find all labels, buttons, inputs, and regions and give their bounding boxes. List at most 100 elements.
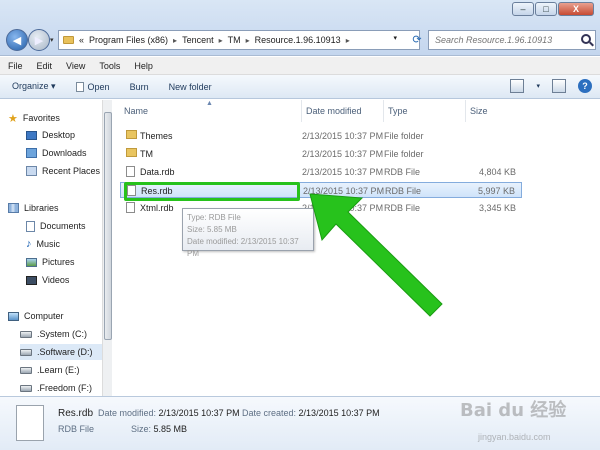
minimize-button[interactable]: – — [512, 2, 534, 16]
sidebar-item-documents[interactable]: Documents — [26, 218, 86, 234]
sidebar-label: Documents — [40, 221, 86, 231]
organize-button[interactable]: Organize ▾ — [12, 81, 56, 92]
file-name: Data.rdb — [140, 167, 175, 177]
tooltip-size: Size: 5.85 MB — [187, 225, 237, 234]
breadcrumb-item[interactable]: Program Files (x86) — [89, 35, 168, 45]
help-icon[interactable]: ? — [578, 79, 592, 93]
breadcrumb-item[interactable]: TM — [228, 35, 241, 45]
column-header-label: Name — [124, 106, 149, 116]
column-header-date[interactable]: Date modified — [302, 100, 384, 122]
search-box[interactable] — [428, 30, 596, 50]
breadcrumb-separator-icon[interactable]: ▸ — [246, 36, 250, 45]
sidebar-label: Desktop — [42, 130, 76, 140]
organize-label: Organize ▾ — [12, 81, 56, 91]
file-icon — [126, 166, 135, 177]
details-size-value: 5.85 MB — [153, 424, 188, 434]
sidebar-scrollbar[interactable] — [102, 100, 112, 396]
recent-pages-dropdown[interactable]: ▾ — [50, 36, 54, 44]
menu-bar: File Edit View Tools Help — [0, 57, 600, 75]
sidebar-item-downloads[interactable]: Downloads — [26, 145, 87, 161]
sidebar-item-libraries[interactable]: Libraries — [8, 200, 59, 216]
file-size: 3,345 KB — [478, 203, 516, 213]
sidebar-item-music[interactable]: ♪ Music — [26, 236, 60, 252]
file-name: Res.rdb — [141, 186, 173, 196]
breadcrumb-item[interactable]: Tencent — [182, 35, 214, 45]
menu-file[interactable]: File — [8, 61, 23, 71]
sidebar-item-drive-d[interactable]: .Software (D:) — [20, 344, 102, 360]
new-folder-button[interactable]: New folder — [169, 82, 212, 92]
search-icon[interactable] — [581, 34, 591, 44]
open-button[interactable]: Open — [75, 81, 110, 92]
details-modified-value: 2/13/2015 10:37 PM — [158, 408, 240, 418]
menu-edit[interactable]: Edit — [37, 61, 53, 71]
breadcrumb-separator-icon[interactable]: ▸ — [173, 36, 177, 45]
address-dropdown-icon[interactable]: ▾ — [393, 34, 397, 42]
window-controls: – □ X — [512, 2, 594, 16]
details-file-name: Res.rdb — [58, 408, 94, 419]
maximize-button[interactable]: □ — [535, 2, 557, 16]
sidebar-label: Computer — [24, 311, 64, 321]
details-modified-label: Date modified: — [98, 408, 157, 418]
sidebar-item-pictures[interactable]: Pictures — [26, 254, 75, 270]
sidebar-label: Libraries — [24, 203, 59, 213]
sidebar-item-videos[interactable]: Videos — [26, 272, 69, 288]
sidebar-scroll-thumb[interactable] — [104, 112, 112, 340]
menu-help[interactable]: Help — [134, 61, 153, 71]
tooltip-date: Date modified: 2/13/2015 10:37 PM — [187, 237, 299, 258]
breadcrumb-overflow[interactable]: « — [79, 35, 84, 45]
details-file-type: RDB File — [58, 424, 95, 434]
column-header-label: Type — [388, 106, 408, 116]
green-arrow-annotation — [309, 193, 443, 317]
breadcrumb-item[interactable]: Resource.1.96.10913 — [255, 35, 341, 45]
file-size: 4,804 KB — [478, 167, 516, 177]
drive-icon — [20, 384, 32, 392]
search-input[interactable] — [435, 35, 575, 45]
command-bar: Organize ▾ Open Burn New folder ▾ ? — [0, 75, 600, 99]
change-view-icon[interactable] — [510, 79, 525, 93]
burn-button[interactable]: Burn — [130, 82, 149, 92]
file-type: File folder — [384, 131, 424, 141]
menu-view[interactable]: View — [66, 61, 85, 71]
breadcrumb-separator-icon[interactable]: ▸ — [346, 36, 350, 45]
sidebar-item-desktop[interactable]: Desktop — [26, 127, 75, 143]
column-header-size[interactable]: Size — [466, 100, 524, 122]
file-date: 2/13/2015 10:37 PM — [302, 167, 384, 177]
sidebar-item-favorites[interactable]: ★ Favorites — [8, 110, 60, 126]
sidebar-item-drive-c[interactable]: .System (C:) — [20, 326, 87, 342]
breadcrumb-separator-icon[interactable]: ▸ — [219, 36, 223, 45]
column-header-type[interactable]: Type — [384, 100, 466, 122]
sidebar-item-computer[interactable]: Computer — [8, 308, 64, 324]
file-icon — [127, 185, 136, 196]
back-button[interactable]: ◀ — [6, 29, 28, 51]
videos-icon — [26, 275, 37, 285]
file-row[interactable]: TM 2/13/2015 10:37 PM File folder — [120, 146, 522, 162]
address-bar[interactable]: « Program Files (x86) ▸ Tencent ▸ TM ▸ R… — [58, 30, 420, 50]
folder-icon — [126, 148, 137, 157]
sidebar-label: Videos — [42, 275, 70, 285]
details-size-label: Size: — [131, 424, 152, 434]
refresh-button[interactable]: ⟳ — [408, 30, 426, 50]
view-controls: ▾ ? — [510, 79, 592, 93]
preview-pane-icon[interactable] — [552, 79, 566, 93]
file-row[interactable]: Data.rdb 2/13/2015 10:37 PM RDB File 4,8… — [120, 164, 522, 180]
downloads-icon — [26, 148, 37, 158]
sidebar-item-drive-f[interactable]: .Freedom (F:) — [20, 380, 92, 396]
folder-icon — [63, 36, 74, 44]
sidebar-label: Music — [36, 239, 61, 249]
details-created-label: Date created: — [242, 408, 297, 418]
forward-button[interactable]: ▶ — [28, 29, 50, 51]
sidebar-label: Recent Places — [42, 166, 101, 176]
close-button[interactable]: X — [558, 2, 594, 16]
file-tooltip: Type: RDB File Size: 5.85 MB Date modifi… — [182, 208, 314, 258]
title-bar: – □ X ◀ ▶ ▾ « Program Files (x86) ▸ Tenc… — [0, 0, 600, 56]
sidebar-label: .Software (D:) — [37, 347, 93, 357]
forward-arrow-icon: ▶ — [34, 34, 44, 47]
menu-tools[interactable]: Tools — [99, 61, 120, 71]
sidebar-item-recent-places[interactable]: Recent Places — [26, 163, 100, 179]
view-options-dropdown-icon[interactable]: ▾ — [536, 82, 540, 90]
file-type: File folder — [384, 149, 424, 159]
documents-icon — [26, 220, 35, 232]
sidebar-item-drive-e[interactable]: .Learn (E:) — [20, 362, 80, 378]
file-row[interactable]: Themes 2/13/2015 10:37 PM File folder — [120, 128, 522, 144]
file-name: Themes — [140, 131, 173, 141]
